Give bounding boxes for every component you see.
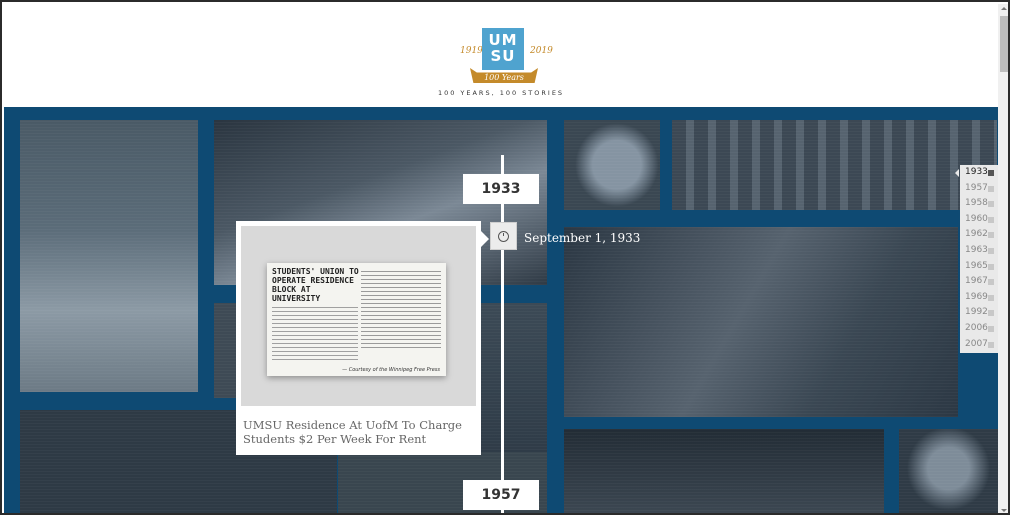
scrollbar-thumb[interactable] — [1000, 16, 1008, 72]
year-nav-item[interactable]: 1933 — [955, 165, 998, 181]
photo-students-table — [564, 227, 958, 417]
scroll-up-icon[interactable] — [1001, 7, 1007, 10]
photo-man-portrait — [899, 429, 998, 513]
year-nav: 1933 1957 1958 1960 1962 1963 1965 1967 … — [955, 165, 998, 353]
clipping-headline: STUDENTS' UNION TO OPERATE RESIDENCE BLO… — [272, 267, 359, 303]
timeline-year-next[interactable]: 1957 — [463, 480, 539, 510]
photo-woman-smiling — [564, 120, 660, 210]
scrollbar[interactable] — [998, 4, 1008, 513]
year-nav-item[interactable]: 1963 — [960, 243, 998, 259]
clipping-credit: — Courtesy of the Winnipeg Free Press — [342, 367, 440, 373]
newspaper-clipping: STUDENTS' UNION TO OPERATE RESIDENCE BLO… — [267, 263, 446, 376]
story-image[interactable]: STUDENTS' UNION TO OPERATE RESIDENCE BLO… — [241, 226, 476, 406]
event-date: September 1, 1933 — [524, 231, 641, 245]
year-nav-item[interactable]: 2007 — [960, 337, 998, 353]
clock-icon — [498, 230, 509, 242]
clipping-text-column — [272, 307, 358, 363]
site-header: 1919 UM SU 2019 100 Years 100 YEARS, 100… — [4, 4, 998, 107]
year-start: 1919 — [460, 46, 483, 56]
year-nav-item[interactable]: 2006 — [960, 321, 998, 337]
timeline-line — [501, 155, 504, 513]
year-nav-item[interactable]: 1958 — [960, 196, 998, 212]
umsu-logo[interactable]: UM SU — [482, 28, 524, 70]
clipping-text-column — [361, 271, 441, 351]
ribbon-text: 100 Years — [484, 73, 524, 82]
year-nav-item[interactable]: 1962 — [960, 227, 998, 243]
photo-snow-van — [20, 120, 198, 392]
year-nav-item[interactable]: 1967 — [960, 274, 998, 290]
year-nav-item[interactable]: 1992 — [960, 305, 998, 321]
year-nav-item[interactable]: 1969 — [960, 290, 998, 306]
logo-line-1: UM — [488, 31, 518, 49]
tagline: 100 YEARS, 100 STORIES — [437, 89, 565, 97]
year-nav-item[interactable]: 1957 — [960, 181, 998, 197]
year-nav-item[interactable]: 1965 — [960, 259, 998, 275]
story-title[interactable]: UMSU Residence At UofM To Charge Student… — [243, 418, 475, 446]
timeline-year-current[interactable]: 1933 — [463, 174, 539, 204]
year-nav-item[interactable]: 1960 — [960, 212, 998, 228]
scroll-down-icon[interactable] — [1001, 509, 1007, 512]
year-end: 2019 — [530, 46, 553, 56]
photo-hockey-team — [672, 120, 997, 210]
browser-viewport: 1919 UM SU 2019 100 Years 100 YEARS, 100… — [0, 0, 1010, 515]
timeline-marker[interactable] — [490, 222, 517, 250]
photo-crowd-event — [564, 429, 884, 513]
story-card[interactable]: STUDENTS' UNION TO OPERATE RESIDENCE BLO… — [236, 221, 489, 455]
logo-line-2: SU — [490, 47, 516, 65]
anniversary-ribbon: 100 Years — [470, 68, 538, 83]
